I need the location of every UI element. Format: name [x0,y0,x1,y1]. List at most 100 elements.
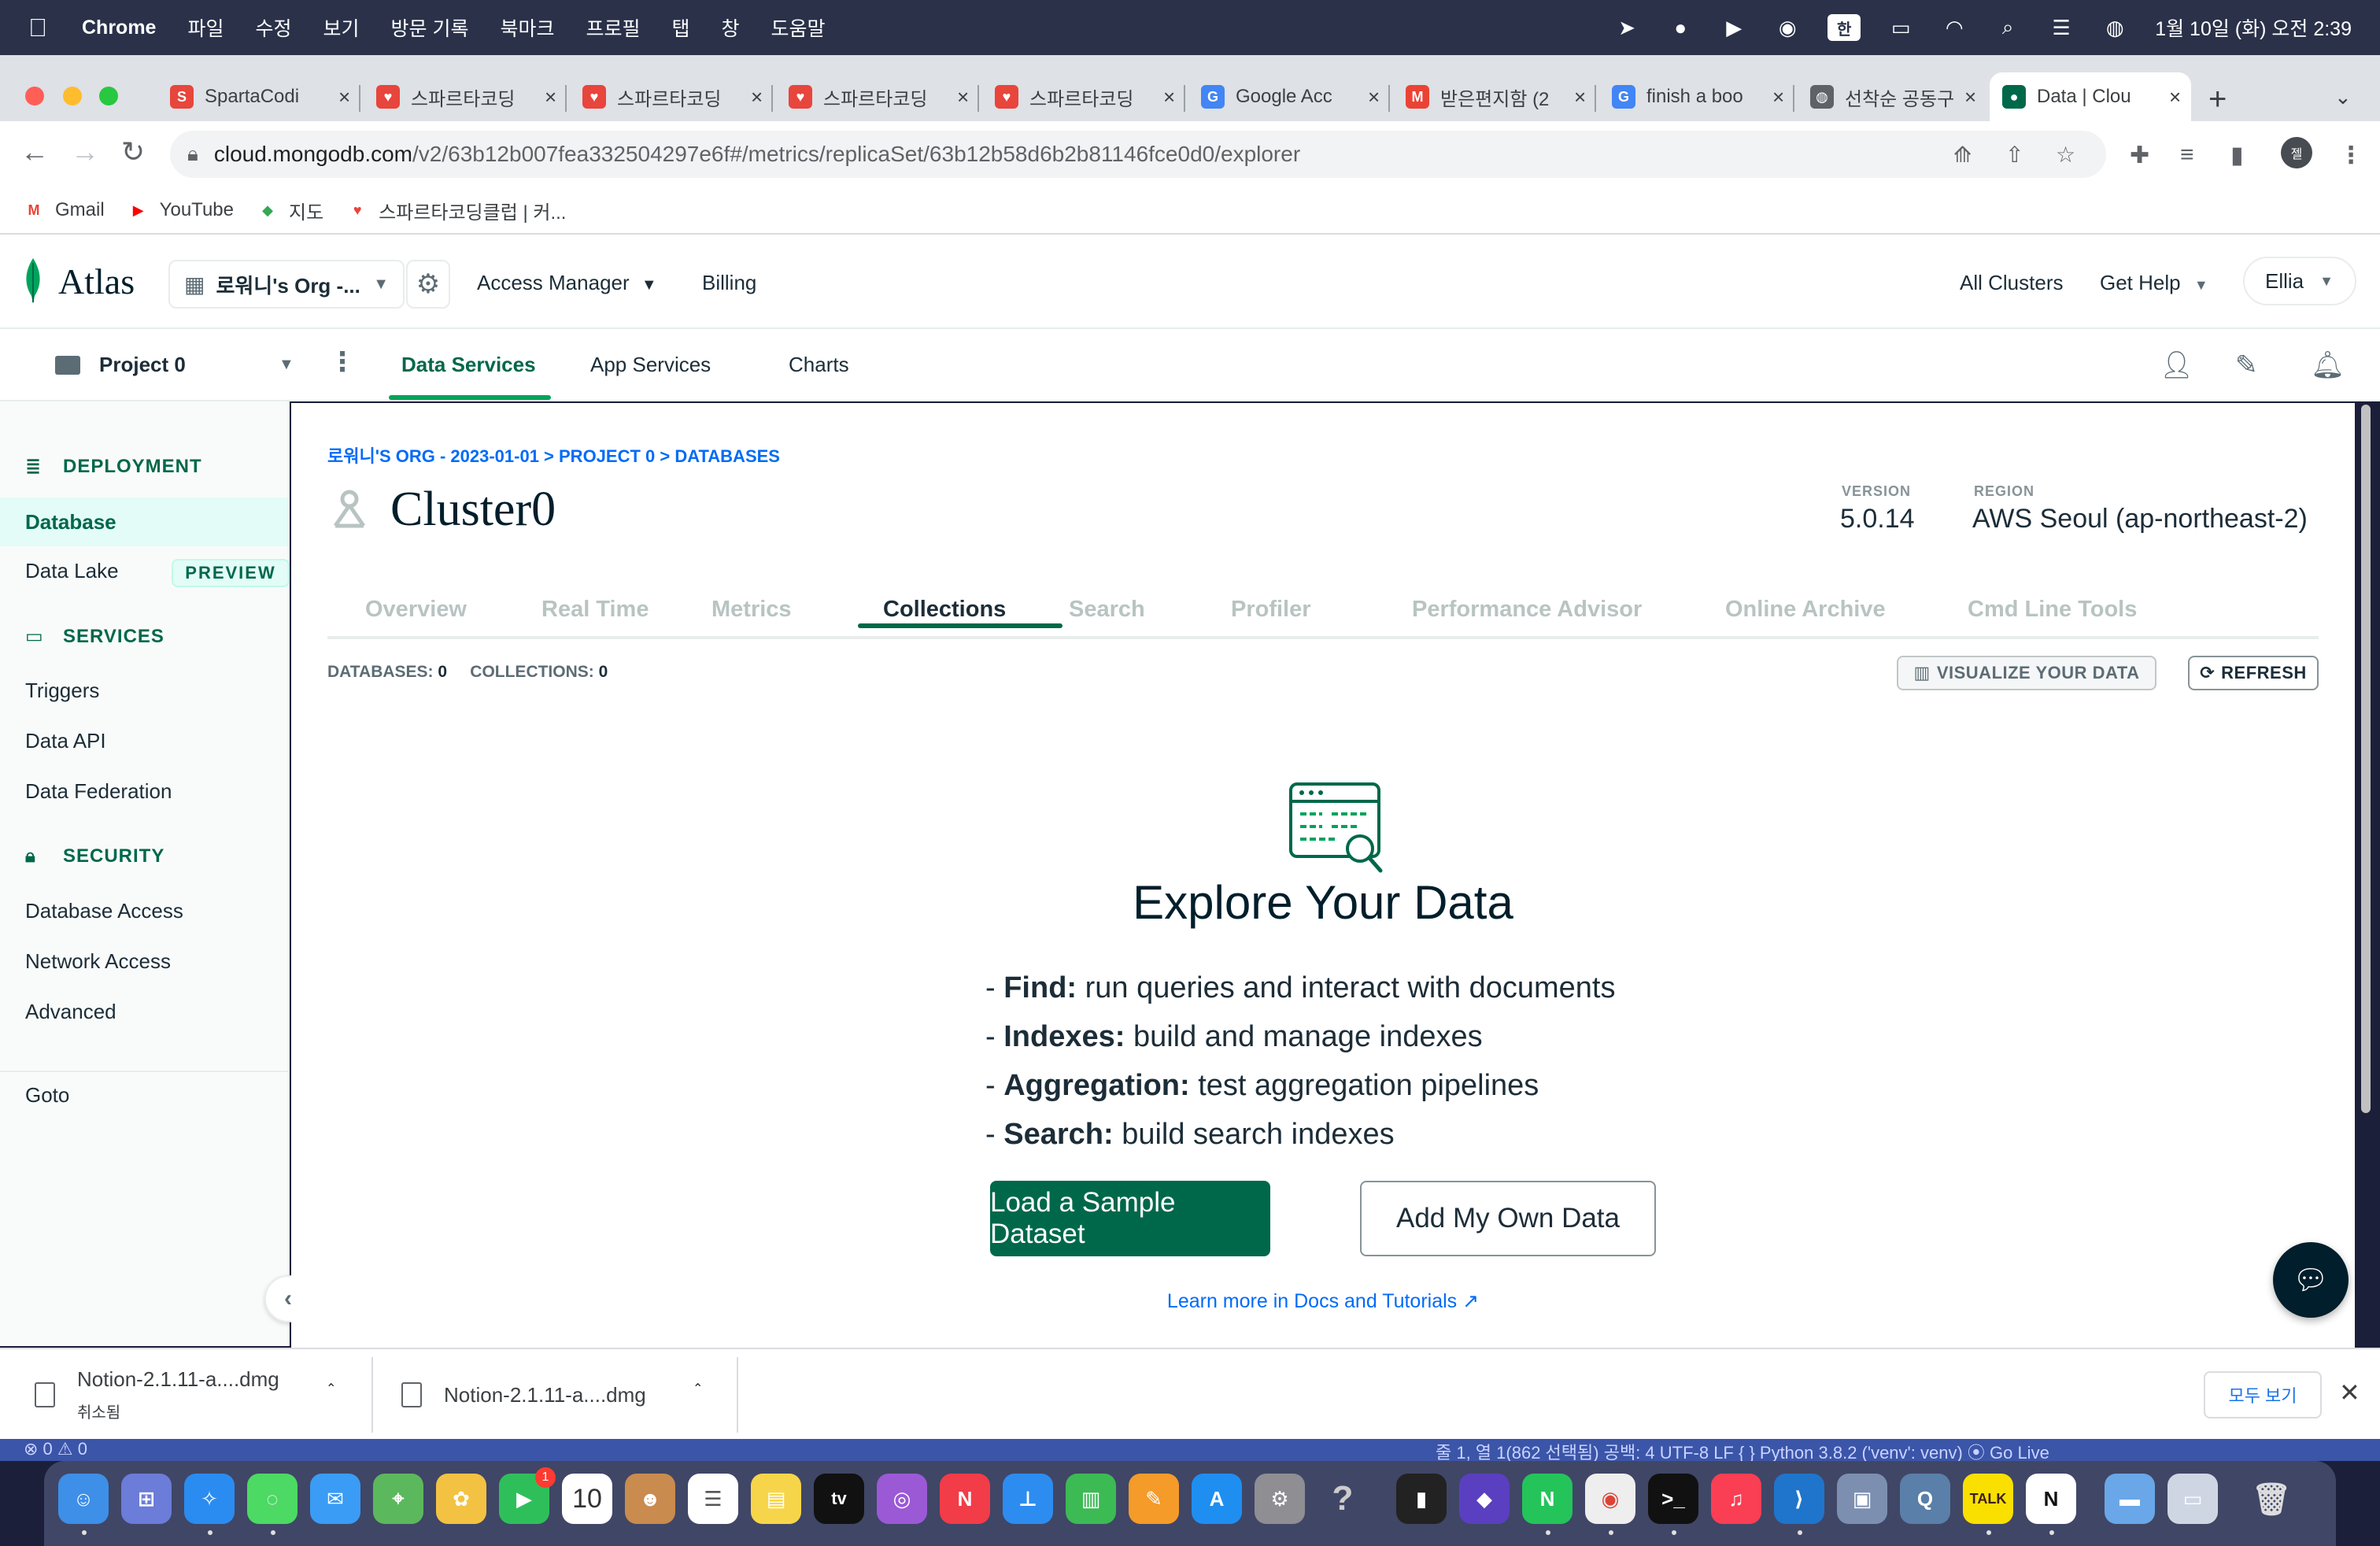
sidebar-item-data-lake[interactable]: Data Lake PREVIEW [25,559,290,587]
close-tab-icon[interactable]: × [751,85,763,109]
side-panel-icon[interactable]: ▮ [2230,142,2244,169]
tab-search-chevron-icon[interactable]: ⌄ [2334,85,2352,109]
tab-real-time[interactable]: Real Time [541,597,649,623]
menu-help[interactable]: 도움말 [771,13,826,42]
share-icon[interactable]: ⇧ [2005,142,2023,168]
tab-online-archive[interactable]: Online Archive [1725,597,1886,623]
browser-tab[interactable]: ♥ 스파르타코딩 × [570,72,773,121]
sidebar-item-network-access[interactable]: Network Access [25,949,171,974]
close-downloads-icon[interactable]: ✕ [2339,1378,2360,1407]
back-arrow-icon[interactable]: ← [20,135,49,168]
sidebar-item-database[interactable]: Database [0,497,288,546]
browser-tab[interactable]: ♥ 스파르타코딩 × [982,72,1185,121]
organization-selector[interactable]: ▦ 로워니's Org -... ▼ [168,260,405,309]
keynote-icon[interactable]: ⊥ [1003,1474,1053,1524]
photos-icon[interactable]: ✿ [436,1474,486,1524]
download-item[interactable]: Notion-2.1.11-a....dmg [401,1349,646,1441]
spotlight-search-icon[interactable]: ⌕ [1994,14,2021,41]
close-tab-icon[interactable]: × [2169,85,2181,109]
messages-icon[interactable]: ◌ [247,1474,298,1524]
learn-more-link[interactable]: Learn more in Docs and Tutorials ↗ [291,1289,2355,1313]
new-tab-button[interactable]: + [2208,82,2227,117]
wifi-icon[interactable]: ◠ [1941,14,1968,41]
close-tab-icon[interactable]: × [1163,85,1175,109]
help-question-icon[interactable]: ? [1318,1474,1368,1524]
support-chat-icon[interactable]: 💬︎ [2273,1242,2349,1318]
profile-avatar[interactable]: 젤 [2281,137,2312,168]
project-more-vertical-icon[interactable]: ⋮ [329,346,356,378]
close-tab-icon[interactable]: × [957,85,969,109]
tab-overview[interactable]: Overview [365,597,467,623]
sidebar-item-database-access[interactable]: Database Access [25,899,183,923]
download-options-chevron-up-icon[interactable]: ⌃ [693,1381,703,1396]
bookmark-item[interactable]: ◆ 지도 [256,197,323,224]
page-scrollbar[interactable] [2360,405,2372,1113]
safari-icon[interactable]: ✧ [184,1474,235,1524]
menu-edit[interactable]: 수정 [255,13,291,42]
bookmark-item[interactable]: ▶ YouTube [127,199,234,221]
get-help-menu[interactable]: Get Help ▼ [2100,271,2208,295]
add-my-own-data-button[interactable]: Add My Own Data [1360,1181,1656,1256]
apple-tv-icon[interactable]: tv [814,1474,864,1524]
sidebar-item-triggers[interactable]: Triggers [25,679,99,703]
tab-profiler[interactable]: Profiler [1231,597,1311,623]
scrollbar-thumb[interactable] [2361,405,2371,1113]
menu-history[interactable]: 방문 기록 [391,13,469,42]
chrome-icon[interactable]: ◉ [1585,1474,1635,1524]
reload-icon[interactable]: ↻ [121,135,145,168]
translate-icon[interactable]: ⟰ [1953,142,1972,168]
vscode-icon[interactable]: ⟩ [1774,1474,1824,1524]
activity-feed-icon[interactable]: ✎ [2235,350,2258,381]
browser-tab[interactable]: S SpartaCodi × [157,72,360,121]
menu-view[interactable]: 보기 [323,13,360,42]
sidebar-item-data-api[interactable]: Data API [25,729,106,753]
podcasts-icon[interactable]: ◎ [877,1474,927,1524]
sidebar-item-data-federation[interactable]: Data Federation [25,779,172,804]
menu-file[interactable]: 파일 [187,13,224,42]
menubar-clock[interactable]: 1월 10일 (화) 오전 2:39 [2155,13,2352,42]
bookmark-item[interactable]: M Gmail [22,199,105,221]
close-tab-icon[interactable]: × [1964,85,1976,109]
load-sample-dataset-button[interactable]: Load a Sample Dataset [990,1181,1270,1256]
launchpad-icon[interactable]: ⊞ [121,1474,172,1524]
browser-tab[interactable]: ◍ 선착순 공동구 × [1798,72,1986,121]
mail-icon[interactable]: ✉ [310,1474,360,1524]
numbers-icon[interactable]: ▥ [1066,1474,1116,1524]
pages-icon[interactable]: ✎ [1129,1474,1179,1524]
contacts-icon[interactable]: ☻ [625,1474,675,1524]
finder-icon[interactable]: ☺ [58,1474,109,1524]
sidebar-item-goto[interactable]: Goto [25,1083,69,1108]
music-icon[interactable]: ♫ [1711,1474,1761,1524]
bookmark-star-icon[interactable]: ☆ [2056,142,2075,168]
close-tab-icon[interactable]: × [1368,85,1380,109]
lock-icon[interactable]: 🔒︎ [187,142,198,167]
applications-folder-icon[interactable]: ▬ [2105,1474,2155,1524]
tab-search[interactable]: Search [1069,597,1145,623]
menu-profiles[interactable]: 프로필 [586,13,640,42]
downloads-folder-icon[interactable]: ▭ [2168,1474,2218,1524]
tab-app-services[interactable]: App Services [590,353,711,377]
extensions-puzzle-icon[interactable]: ✚ [2130,142,2149,169]
close-tab-icon[interactable]: × [1574,85,1586,109]
browser-tab[interactable]: ♥ 스파르타코딩 × [364,72,567,121]
caret-down-icon[interactable]: ▼ [279,356,294,374]
project-selector[interactable]: Project 0 [55,353,186,377]
apple-icon[interactable]:  [28,13,60,43]
forward-arrow-icon[interactable]: → [71,135,99,168]
download-options-chevron-up-icon[interactable]: ⌃ [326,1381,336,1396]
reading-list-icon[interactable]: ≡ [2180,142,2194,168]
system-preferences-icon[interactable]: ⚙ [1255,1474,1305,1524]
menu-bookmarks[interactable]: 북마크 [500,13,554,42]
address-bar[interactable]: 🔒︎ cloud.mongodb.com/v2/63b12b007fea3325… [170,131,2106,178]
close-tab-icon[interactable]: × [1772,85,1784,109]
obsidian-icon[interactable]: ◆ [1459,1474,1510,1524]
app-store-icon[interactable]: A [1192,1474,1242,1524]
org-settings-gear-icon[interactable]: ⚙ [406,260,450,309]
tab-collections[interactable]: Collections [883,597,1006,623]
quicktime-icon[interactable]: Q [1900,1474,1950,1524]
download-item[interactable]: Notion-2.1.11-a....dmg 취소됨 [35,1349,279,1441]
calendar-icon[interactable]: 10 [562,1474,612,1524]
battery-icon[interactable]: ▭ [1887,14,1914,41]
chat-status-icon[interactable]: ● [1667,14,1694,41]
menu-window[interactable]: 창 [722,13,740,42]
